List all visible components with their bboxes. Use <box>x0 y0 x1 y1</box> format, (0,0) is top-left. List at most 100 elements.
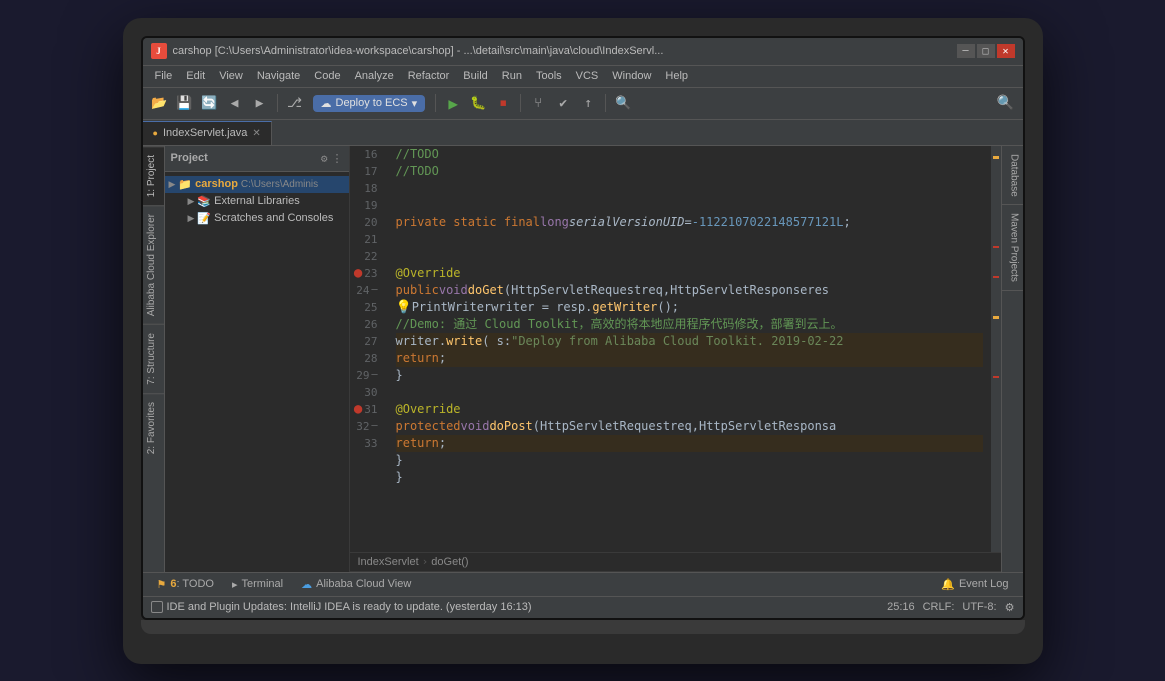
vcs-button[interactable]: ⑂ <box>527 92 549 114</box>
project-panel-title: Project <box>171 152 317 164</box>
save-button[interactable]: 💾 <box>174 92 196 114</box>
deploy-label: Deploy to ECS <box>336 97 408 109</box>
tree-item-carshop[interactable]: ▶ 📁 carshop C:\Users\Adminis <box>165 176 349 193</box>
menu-tools[interactable]: Tools <box>530 68 568 84</box>
commit-button[interactable]: ✔ <box>552 92 574 114</box>
maximize-button[interactable]: □ <box>977 44 995 58</box>
sidebar-item-structure[interactable]: 7: Structure <box>143 324 164 393</box>
menu-edit[interactable]: Edit <box>180 68 211 84</box>
code-editor: 16 17 18 19 20 21 22 ●23 24 ─ <box>350 146 1001 572</box>
menu-analyze[interactable]: Analyze <box>349 68 400 84</box>
stop-button[interactable]: ⏹ <box>492 92 514 114</box>
tab-indexservlet[interactable]: ● IndexServlet.java ✕ <box>143 121 272 145</box>
code-line-18 <box>396 180 983 197</box>
cloud-view-label: Alibaba Cloud View <box>316 578 411 590</box>
project-panel-header: Project ⚙ ⋮ <box>165 146 349 172</box>
bottom-tabs: ⚑ 6: TODO ▸ Terminal ☁ Alibaba Cloud Vie… <box>143 572 1023 596</box>
code-line-30 <box>396 384 983 401</box>
event-log-label: Event Log <box>959 578 1009 590</box>
menu-help[interactable]: Help <box>659 68 694 84</box>
project-settings-icon[interactable]: ⚙ <box>321 152 328 165</box>
separator-4 <box>605 94 606 112</box>
run-button[interactable]: ▶ <box>442 92 464 114</box>
code-line-33: return ; <box>396 435 983 452</box>
breadcrumb-separator: › <box>422 555 429 568</box>
project-options-icon[interactable]: ⋮ <box>332 152 343 165</box>
code-area[interactable]: 16 17 18 19 20 21 22 ●23 24 ─ <box>350 146 1001 552</box>
menu-build[interactable]: Build <box>457 68 493 84</box>
tree-arrow-icon: ▶ <box>169 179 176 190</box>
code-line-29: } <box>396 367 983 384</box>
menu-code[interactable]: Code <box>308 68 346 84</box>
forward-button[interactable]: ▶ <box>249 92 271 114</box>
menu-run[interactable]: Run <box>496 68 528 84</box>
line-num-29: 29 ─ <box>350 367 384 384</box>
status-checkbox[interactable] <box>151 601 163 613</box>
tab-todo[interactable]: ⚑ 6: TODO <box>149 576 223 593</box>
menu-file[interactable]: File <box>149 68 179 84</box>
code-line-24: public void doGet ( HttpServletRequest r… <box>396 282 983 299</box>
project-tree: ▶ 📁 carshop C:\Users\Adminis ▶ 📚 Externa… <box>165 172 349 572</box>
line-num-30: 30 <box>350 384 384 401</box>
fold-icon-29[interactable]: ─ <box>371 367 377 384</box>
title-bar: J carshop [C:\Users\Administrator\idea-w… <box>143 38 1023 66</box>
tab-modified-indicator: ● <box>153 128 158 138</box>
back-button[interactable]: ◀ <box>224 92 246 114</box>
search-everywhere-icon[interactable]: 🔍 <box>995 92 1017 114</box>
terminal-label: Terminal <box>242 578 284 590</box>
hint-icon-25: 💡 <box>396 299 412 316</box>
line-num-23: ●23 <box>350 265 384 282</box>
line-num-16: 16 <box>350 146 384 163</box>
code-line-17: //TODO <box>396 163 983 180</box>
breadcrumb-classname[interactable]: IndexServlet <box>358 556 419 568</box>
tab-alibaba-cloud-view[interactable]: ☁ Alibaba Cloud View <box>293 576 419 593</box>
sync-button[interactable]: 🔄 <box>199 92 221 114</box>
branch-button[interactable]: ⎇ <box>284 92 306 114</box>
encoding[interactable]: UTF-8: <box>962 601 996 613</box>
todo-icon: ⚑ <box>157 578 167 591</box>
tab-close-button[interactable]: ✕ <box>252 128 260 139</box>
sidebar-item-alibaba-cloud-explorer[interactable]: Alibaba Cloud Explorer <box>143 205 164 324</box>
tree-item-external-libraries[interactable]: ▶ 📚 External Libraries <box>165 193 349 210</box>
event-log-button[interactable]: 🔔 Event Log <box>933 576 1016 593</box>
sidebar-item-database[interactable]: Database <box>1002 146 1023 206</box>
window-title: carshop [C:\Users\Administrator\idea-wor… <box>173 45 957 57</box>
line-ending[interactable]: CRLF: <box>923 601 955 613</box>
settings-icon[interactable]: ⚙ <box>1005 601 1015 614</box>
push-button[interactable]: ↑ <box>577 92 599 114</box>
menu-navigate[interactable]: Navigate <box>251 68 306 84</box>
line-num-27: 27 <box>350 333 384 350</box>
close-button[interactable]: ✕ <box>997 44 1015 58</box>
line-num-28: 28 <box>350 350 384 367</box>
tree-arrow-libraries: ▶ <box>188 196 195 207</box>
line-num-25: 25 <box>350 299 384 316</box>
deploy-icon: ☁ <box>321 97 332 110</box>
tab-terminal[interactable]: ▸ Terminal <box>224 576 291 593</box>
line-num-19: 19 <box>350 197 384 214</box>
deploy-button[interactable]: ☁ Deploy to ECS ▾ <box>313 95 426 112</box>
tab-bar: ● IndexServlet.java ✕ <box>143 120 1023 146</box>
tree-item-scratches[interactable]: ▶ 📝 Scratches and Consoles <box>165 210 349 227</box>
marker-red-1 <box>993 246 999 248</box>
sidebar-item-favorites[interactable]: 2: Favorites <box>143 393 164 462</box>
line-num-22: 22 <box>350 248 384 265</box>
window-controls: ─ □ ✕ <box>957 44 1015 58</box>
menu-view[interactable]: View <box>213 68 249 84</box>
debug-button[interactable]: 🐛 <box>467 92 489 114</box>
sidebar-item-maven[interactable]: Maven Projects <box>1002 205 1023 291</box>
breadcrumb-method[interactable]: doGet() <box>431 556 468 568</box>
tree-item-path: C:\Users\Adminis <box>241 179 318 190</box>
minimize-button[interactable]: ─ <box>957 44 975 58</box>
code-lines[interactable]: //TODO //TODO private static final <box>388 146 991 552</box>
line-num-26: 26 <box>350 316 384 333</box>
fold-icon-24[interactable]: ─ <box>371 282 377 299</box>
cursor-position[interactable]: 25:16 <box>887 601 915 613</box>
menu-vcs[interactable]: VCS <box>570 68 605 84</box>
fold-icon-32[interactable]: ─ <box>371 418 377 435</box>
sidebar-item-project[interactable]: 1: Project <box>143 146 164 205</box>
menu-window[interactable]: Window <box>606 68 657 84</box>
menu-refactor[interactable]: Refactor <box>402 68 456 84</box>
find-button[interactable]: 🔍 <box>612 92 634 114</box>
code-line-28: return ; <box>396 350 983 367</box>
open-button[interactable]: 📂 <box>149 92 171 114</box>
